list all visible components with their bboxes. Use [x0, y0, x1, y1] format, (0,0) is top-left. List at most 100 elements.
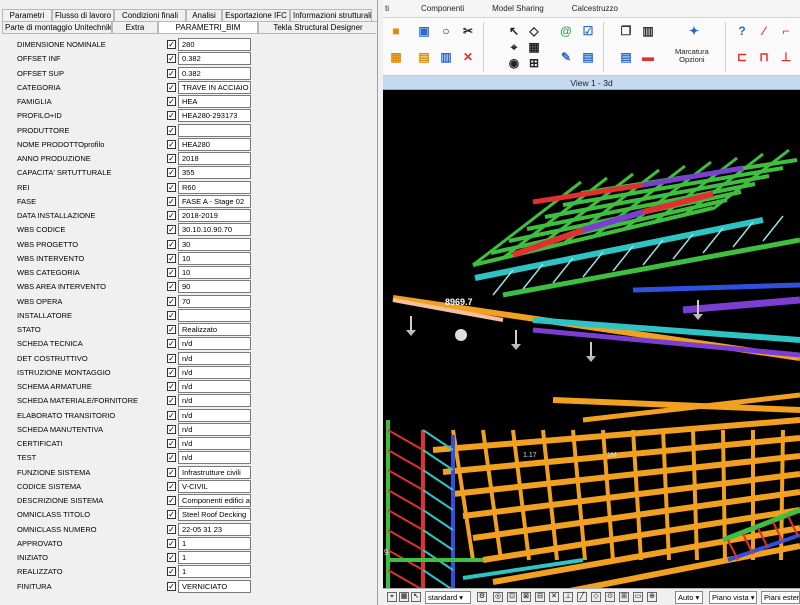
property-value-field[interactable]: n/d [178, 380, 251, 393]
floor-joist[interactable] [462, 471, 800, 519]
bracing[interactable] [422, 569, 453, 588]
support-plate[interactable] [406, 330, 416, 336]
property-value-field[interactable]: Steel Roof Decking [178, 508, 251, 522]
property-value-field[interactable]: Realizzato [178, 323, 251, 336]
property-value-field[interactable]: 10 [178, 266, 251, 279]
line-snap-icon[interactable]: ╱ [577, 592, 587, 602]
property-value-field[interactable]: 10 [178, 251, 251, 265]
auto-select[interactable]: Auto ▾ [675, 591, 703, 604]
duplicate-icon[interactable]: ❐ [619, 24, 633, 38]
support-plate[interactable] [586, 356, 596, 362]
frame-icon[interactable]: ⊏ [735, 50, 749, 64]
bracing[interactable] [422, 509, 454, 531]
property-checkbox[interactable]: ✓ [167, 553, 176, 562]
property-checkbox[interactable]: ✓ [167, 481, 176, 491]
property-value-field[interactable] [178, 123, 251, 137]
property-checkbox[interactable]: ✓ [167, 125, 176, 135]
roof-beam[interactable] [682, 296, 800, 314]
grid-icon[interactable]: ▦ [527, 40, 541, 54]
roof-beam[interactable] [632, 282, 800, 293]
search-icon[interactable]: ○ [439, 24, 453, 38]
camera-icon[interactable]: ◉ [507, 56, 521, 70]
help-icon[interactable]: ? [735, 24, 749, 38]
copy-icon[interactable]: ▣ [417, 24, 431, 38]
spiral-icon[interactable]: @ [559, 24, 573, 38]
ribbon-tab-componenti[interactable]: Componenti [407, 4, 478, 13]
property-checkbox[interactable]: ✓ [167, 154, 176, 163]
ribbon-tab-ti[interactable]: ti [383, 4, 407, 13]
property-value-field[interactable]: HEA280 [178, 137, 251, 151]
line-icon[interactable]: ⁄ [757, 24, 771, 38]
bracing[interactable] [387, 449, 424, 471]
beam-icon[interactable]: ▬ [641, 50, 655, 64]
end-icon[interactable]: ⊠ [521, 592, 531, 602]
filter-icon[interactable]: ▥ [439, 50, 453, 64]
corner-icon[interactable]: ⌐ [779, 24, 793, 38]
property-value-field[interactable]: 1 [178, 536, 251, 550]
property-value-field[interactable]: R60 [178, 180, 251, 194]
property-checkbox[interactable]: ✓ [167, 496, 176, 505]
3d-model-scene[interactable] [383, 90, 800, 588]
bracing[interactable] [422, 449, 454, 471]
edge-icon[interactable]: ▭ [633, 592, 643, 602]
marcatura-options-button[interactable]: Marcatura Opzioni [675, 48, 709, 64]
center-icon[interactable]: ⊡ [507, 592, 517, 602]
layers-icon[interactable]: ▥ [641, 24, 655, 38]
property-checkbox[interactable]: ✓ [167, 82, 176, 92]
property-value-field[interactable]: 2018 [178, 152, 251, 165]
property-checkbox[interactable]: ✓ [167, 40, 176, 49]
ribbon-tab-calcestruzzo[interactable]: Calcestruzzo [558, 4, 632, 13]
property-checkbox[interactable]: ✓ [167, 567, 176, 577]
property-value-field[interactable]: n/d [178, 408, 251, 422]
property-checkbox[interactable]: ✓ [167, 538, 176, 548]
property-checkbox[interactable]: ✓ [167, 524, 176, 534]
floor-joist[interactable] [452, 453, 800, 497]
property-checkbox[interactable]: ✓ [167, 68, 176, 78]
property-value-field[interactable]: 0.382 [178, 52, 251, 66]
property-checkbox[interactable]: ✓ [167, 97, 176, 106]
cut-icon[interactable]: ✂ [461, 24, 475, 38]
property-value-field[interactable]: HEA280-293173 [178, 109, 251, 123]
property-checkbox[interactable]: ✓ [167, 296, 176, 306]
property-checkbox[interactable]: ✓ [167, 111, 176, 121]
snap-icon[interactable]: ⌖ [387, 592, 397, 602]
property-checkbox[interactable]: ✓ [167, 182, 176, 192]
property-checkbox[interactable]: ✓ [167, 439, 176, 448]
check-icon[interactable]: ☑ [581, 24, 595, 38]
bracing[interactable] [762, 215, 784, 242]
perpendicular-icon[interactable]: ⊥ [563, 592, 573, 602]
property-value-field[interactable]: VERNICIATO [178, 579, 251, 593]
bracing[interactable] [387, 569, 423, 588]
property-value-field[interactable]: n/d [178, 351, 251, 365]
shape-icon[interactable]: ◇ [527, 24, 541, 38]
bracing[interactable] [422, 529, 454, 551]
property-value-field[interactable]: 22-05 31 23 [178, 522, 251, 536]
property-value-field[interactable]: n/d [178, 337, 251, 351]
property-value-field[interactable]: 30 [178, 237, 251, 251]
bracing[interactable] [422, 489, 454, 511]
truss-icon[interactable]: ⊥ [779, 50, 793, 64]
property-value-field[interactable]: Infrastrutture civili [178, 465, 251, 479]
property-checkbox[interactable]: ✓ [167, 325, 176, 334]
grid-icon[interactable]: ▦ [399, 592, 409, 602]
property-value-field[interactable]: HEA [178, 95, 251, 108]
property-checkbox[interactable]: ✓ [167, 510, 176, 520]
property-checkbox[interactable]: ✓ [167, 467, 176, 477]
property-value-field[interactable]: 280 [178, 38, 251, 51]
piani-esterni-select[interactable]: Piani ester [761, 591, 800, 604]
bracing[interactable] [387, 429, 424, 451]
property-value-field[interactable]: 90 [178, 280, 251, 294]
property-value-field[interactable]: n/d [178, 365, 251, 379]
edit-icon[interactable]: ✎ [559, 50, 573, 64]
property-checkbox[interactable]: ✓ [167, 139, 176, 149]
property-value-field[interactable]: Componenti edifici a [178, 494, 251, 507]
property-value-field[interactable] [178, 308, 251, 322]
measure-icon[interactable]: ⌖ [507, 40, 521, 54]
property-value-field[interactable]: n/d [178, 437, 251, 450]
property-checkbox[interactable]: ✓ [167, 282, 176, 292]
free-snap-icon[interactable]: ◇ [591, 592, 601, 602]
property-value-field[interactable]: n/d [178, 422, 251, 436]
standard-select[interactable]: standard ▾ [425, 591, 471, 604]
ribbon-tab-model-sharing[interactable]: Model Sharing [478, 4, 558, 13]
property-value-field[interactable]: n/d [178, 451, 251, 465]
